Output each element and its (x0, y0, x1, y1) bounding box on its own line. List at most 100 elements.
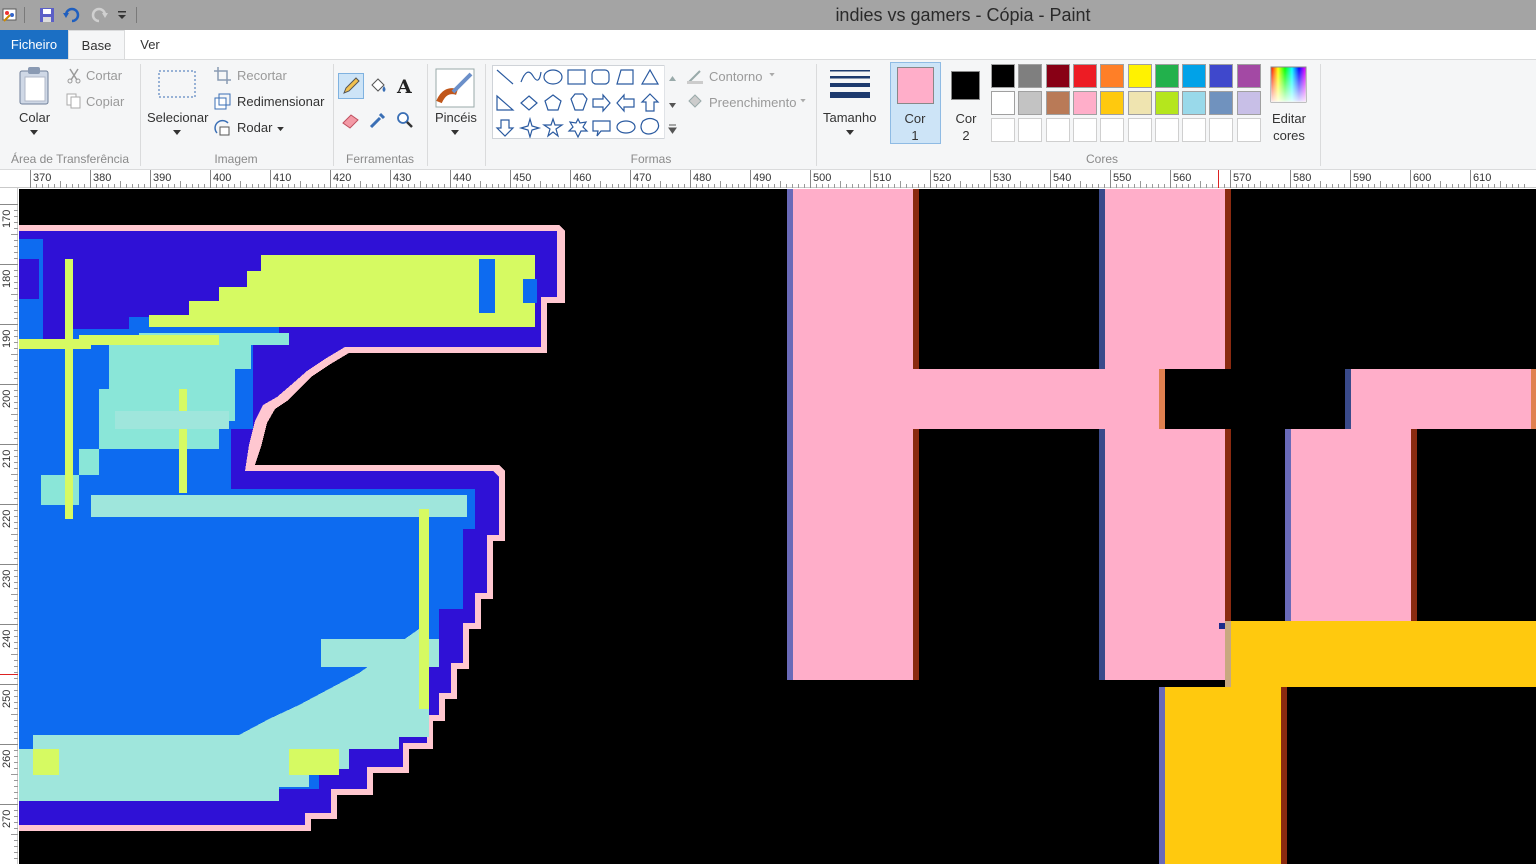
palette-swatch-empty[interactable] (1072, 118, 1097, 142)
edit-colors-button[interactable]: Editar cores (1271, 110, 1307, 144)
ruler-label: 260 (1, 749, 13, 768)
fill-bucket-icon[interactable] (368, 76, 388, 96)
fill-button[interactable]: Preenchimento (709, 95, 796, 110)
palette-swatch[interactable] (1236, 91, 1261, 115)
ruler-tick (30, 170, 31, 188)
palette-swatch[interactable] (1072, 64, 1097, 88)
color1-swatch[interactable] (897, 67, 934, 104)
edit-colors-icon[interactable] (1270, 66, 1307, 103)
palette-swatch-empty[interactable] (1018, 118, 1043, 142)
palette-swatch[interactable] (1018, 64, 1043, 88)
palette-swatch[interactable] (991, 91, 1015, 115)
chevron-down-icon[interactable] (277, 127, 284, 132)
palette-swatch[interactable] (1045, 64, 1070, 88)
shapes-gallery[interactable] (492, 65, 679, 140)
cut-icon[interactable] (66, 68, 82, 84)
ruler-label: 390 (153, 172, 172, 184)
horizontal-ruler: 370 380 390 400 410 420 430 440 450 460 470 480 490 5… (0, 170, 1536, 188)
palette-swatch[interactable] (1100, 64, 1125, 88)
ruler-tick (690, 170, 691, 188)
palette-swatch[interactable] (1154, 91, 1179, 115)
ruler-label: 210 (1, 449, 13, 468)
palette-swatch-empty[interactable] (1182, 118, 1207, 142)
crop-icon[interactable] (214, 67, 231, 84)
tab-home[interactable]: Base (68, 30, 125, 60)
palette-swatch[interactable] (1045, 91, 1070, 115)
color1-label: Cor 1 (904, 111, 926, 143)
tab-file[interactable]: Ficheiro (0, 30, 68, 59)
resize-button[interactable]: Redimensionar (237, 94, 324, 109)
palette-swatch[interactable] (1154, 64, 1179, 88)
palette-swatch-empty[interactable] (1100, 118, 1125, 142)
ruler-label: 520 (933, 172, 952, 184)
ruler-tick (0, 204, 18, 205)
ruler-label: 500 (813, 172, 832, 184)
copy-icon[interactable] (66, 93, 82, 109)
palette-swatch[interactable] (1209, 64, 1234, 88)
ruler-tick (990, 170, 991, 188)
chevron-down-icon[interactable] (769, 73, 775, 77)
palette-swatch[interactable] (1236, 64, 1261, 88)
ruler-tick (570, 170, 571, 188)
ruler-label: 170 (1, 209, 13, 228)
cursor-position-marker (0, 674, 18, 675)
shapes-scroll[interactable] (664, 65, 679, 139)
magnifier-icon[interactable] (395, 110, 415, 130)
ruler-label: 380 (93, 172, 112, 184)
palette-swatch[interactable] (1182, 64, 1207, 88)
size-button[interactable]: Tamanho (823, 110, 876, 125)
palette-swatch[interactable] (1182, 91, 1207, 115)
palette-swatch-empty[interactable] (1154, 118, 1179, 142)
size-icon[interactable] (829, 68, 871, 102)
cut-button[interactable]: Cortar (86, 68, 122, 83)
palette-swatch-empty[interactable] (1127, 118, 1152, 142)
fill-icon[interactable] (686, 93, 704, 109)
palette-swatch[interactable] (1072, 91, 1097, 115)
ruler-label: 460 (573, 172, 592, 184)
resize-icon[interactable] (214, 93, 231, 110)
copy-button[interactable]: Copiar (86, 94, 124, 109)
outline-button[interactable]: Contorno (709, 69, 762, 84)
palette-swatch-empty[interactable] (1045, 118, 1070, 142)
ruler-label: 570 (1233, 172, 1252, 184)
tab-view[interactable]: Ver (127, 30, 173, 59)
ruler-tick (1230, 170, 1231, 188)
palette-swatch[interactable] (1127, 91, 1152, 115)
palette-swatch[interactable] (1100, 91, 1125, 115)
ruler-tick (870, 170, 871, 188)
ruler-label: 230 (1, 569, 13, 588)
canvas-artwork[interactable] (19, 189, 1536, 864)
ruler-label: 420 (333, 172, 352, 184)
select-button[interactable]: Selecionar (147, 110, 208, 125)
palette-swatch-empty[interactable] (1236, 118, 1261, 142)
crop-button[interactable]: Recortar (237, 68, 287, 83)
outline-icon[interactable] (686, 69, 704, 85)
palette-swatch[interactable] (1018, 91, 1043, 115)
chevron-down-icon[interactable] (451, 130, 459, 136)
chevron-down-icon[interactable] (846, 130, 854, 136)
palette-swatch[interactable] (1127, 64, 1152, 88)
palette-swatch-empty[interactable] (1209, 118, 1234, 142)
chevron-down-icon[interactable] (800, 99, 806, 103)
palette-swatch[interactable] (1209, 91, 1234, 115)
chevron-down-icon[interactable] (173, 130, 181, 136)
pencil-icon[interactable] (341, 76, 361, 96)
brushes-button[interactable]: Pincéis (435, 110, 477, 125)
eraser-icon[interactable] (341, 110, 361, 130)
select-icon[interactable] (158, 70, 196, 98)
rotate-icon[interactable] (214, 119, 231, 136)
ruler-tick (1410, 170, 1411, 188)
palette-swatch[interactable] (991, 64, 1015, 88)
chevron-down-icon[interactable] (30, 130, 38, 136)
color-picker-icon[interactable] (368, 110, 388, 130)
text-icon[interactable]: A (395, 76, 415, 96)
paste-button[interactable]: Colar (19, 110, 50, 125)
paste-icon[interactable] (18, 66, 52, 106)
color2-swatch[interactable] (951, 71, 980, 100)
rotate-button[interactable]: Rodar (237, 120, 272, 135)
shapes-icon[interactable] (493, 66, 678, 140)
ruler-tick (0, 744, 18, 745)
drawing-canvas[interactable] (19, 189, 1536, 864)
palette-swatch-empty[interactable] (991, 118, 1015, 142)
brushes-icon[interactable] (435, 68, 475, 108)
